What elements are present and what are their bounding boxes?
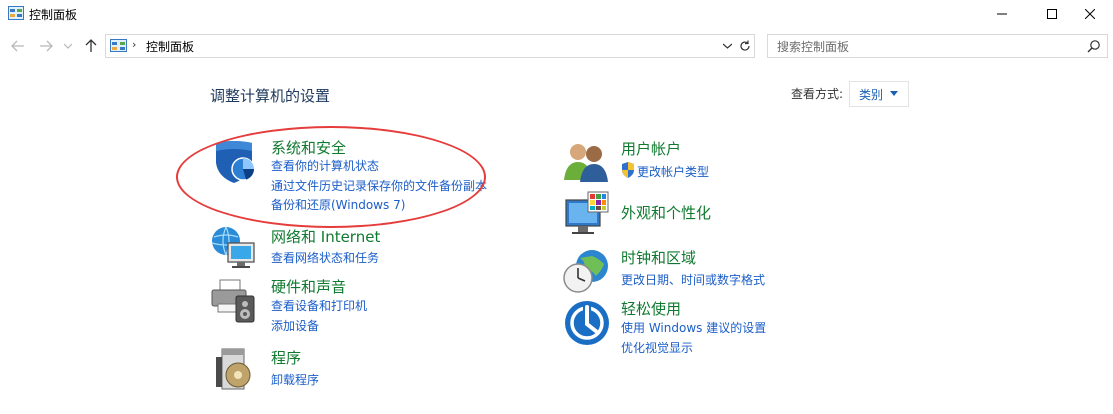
link-devices-printers[interactable]: 查看设备和打印机 (271, 297, 367, 314)
shield-icon[interactable] (212, 137, 260, 185)
category-programs[interactable]: 程序 (271, 347, 301, 368)
link-change-account-type[interactable]: 更改帐户类型 (637, 163, 709, 180)
forward-arrow-icon (40, 40, 53, 52)
page-title: 调整计算机的设置 (210, 87, 331, 105)
up-arrow-icon (85, 39, 97, 52)
printer-icon[interactable] (210, 276, 258, 324)
uac-shield-icon (622, 162, 634, 178)
link-uninstall-program[interactable]: 卸载程序 (271, 371, 319, 388)
link-add-device[interactable]: 添加设备 (271, 317, 319, 334)
close-button[interactable] (1067, 0, 1113, 28)
clock-globe-icon[interactable] (562, 246, 610, 294)
link-optimize-visual-display[interactable]: 优化视觉显示 (621, 339, 693, 356)
category-clock-region[interactable]: 时钟和区域 (621, 247, 696, 268)
back-button[interactable] (9, 37, 27, 55)
category-appearance-personalization[interactable]: 外观和个性化 (621, 202, 711, 223)
category-ease-of-access[interactable]: 轻松使用 (621, 298, 681, 319)
ease-of-access-icon[interactable] (563, 299, 611, 347)
category-hardware-sound[interactable]: 硬件和声音 (271, 276, 346, 297)
network-icon[interactable] (210, 223, 258, 271)
refresh-icon (740, 40, 750, 51)
view-by-value: 类别 (859, 88, 884, 102)
back-arrow-icon (11, 40, 24, 52)
address-bar[interactable]: › 控制面板 (105, 34, 755, 58)
link-view-network-status[interactable]: 查看网络状态和任务 (271, 249, 379, 266)
link-file-history-backup[interactable]: 通过文件历史记录保存你的文件备份副本 (271, 177, 487, 194)
minimize-button[interactable] (979, 0, 1025, 28)
link-backup-restore[interactable]: 备份和还原(Windows 7) (271, 196, 405, 213)
control-panel-icon (8, 6, 24, 20)
breadcrumb-control-panel[interactable]: 控制面板 (146, 38, 194, 55)
view-by-label: 查看方式: (791, 87, 844, 101)
link-view-computer-status[interactable]: 查看你的计算机状态 (271, 157, 379, 174)
category-network-internet[interactable]: 网络和 Internet (271, 226, 380, 247)
chevron-down-icon (722, 43, 732, 49)
close-icon (1085, 9, 1095, 19)
up-button[interactable] (82, 37, 100, 55)
refresh-button[interactable] (738, 38, 752, 54)
link-change-date-time-format[interactable]: 更改日期、时间或数字格式 (621, 271, 765, 288)
search-box[interactable]: 搜索控制面板 (767, 34, 1108, 58)
breadcrumb-separator: › (132, 38, 137, 51)
maximize-icon (1047, 9, 1057, 19)
programs-icon[interactable] (212, 345, 260, 393)
title-bar: 控制面板 (0, 0, 1113, 28)
dropdown-arrow-icon (890, 91, 898, 96)
window-title: 控制面板 (29, 8, 78, 22)
category-user-accounts[interactable]: 用户帐户 (621, 138, 681, 159)
minimize-icon (997, 13, 1007, 15)
chevron-down-icon (64, 43, 72, 49)
appearance-icon[interactable] (562, 190, 610, 238)
control-panel-icon (110, 39, 127, 52)
address-dropdown-button[interactable] (720, 39, 734, 53)
user-accounts-icon[interactable] (562, 136, 610, 184)
link-use-recommended-settings[interactable]: 使用 Windows 建议的设置 (621, 319, 766, 336)
forward-button[interactable] (37, 37, 55, 55)
search-input[interactable]: 搜索控制面板 (777, 38, 849, 55)
view-by-dropdown[interactable]: 类别 (849, 81, 909, 107)
recent-locations-button[interactable] (61, 37, 75, 55)
search-icon[interactable] (1087, 39, 1101, 53)
category-system-security[interactable]: 系统和安全 (271, 137, 346, 158)
